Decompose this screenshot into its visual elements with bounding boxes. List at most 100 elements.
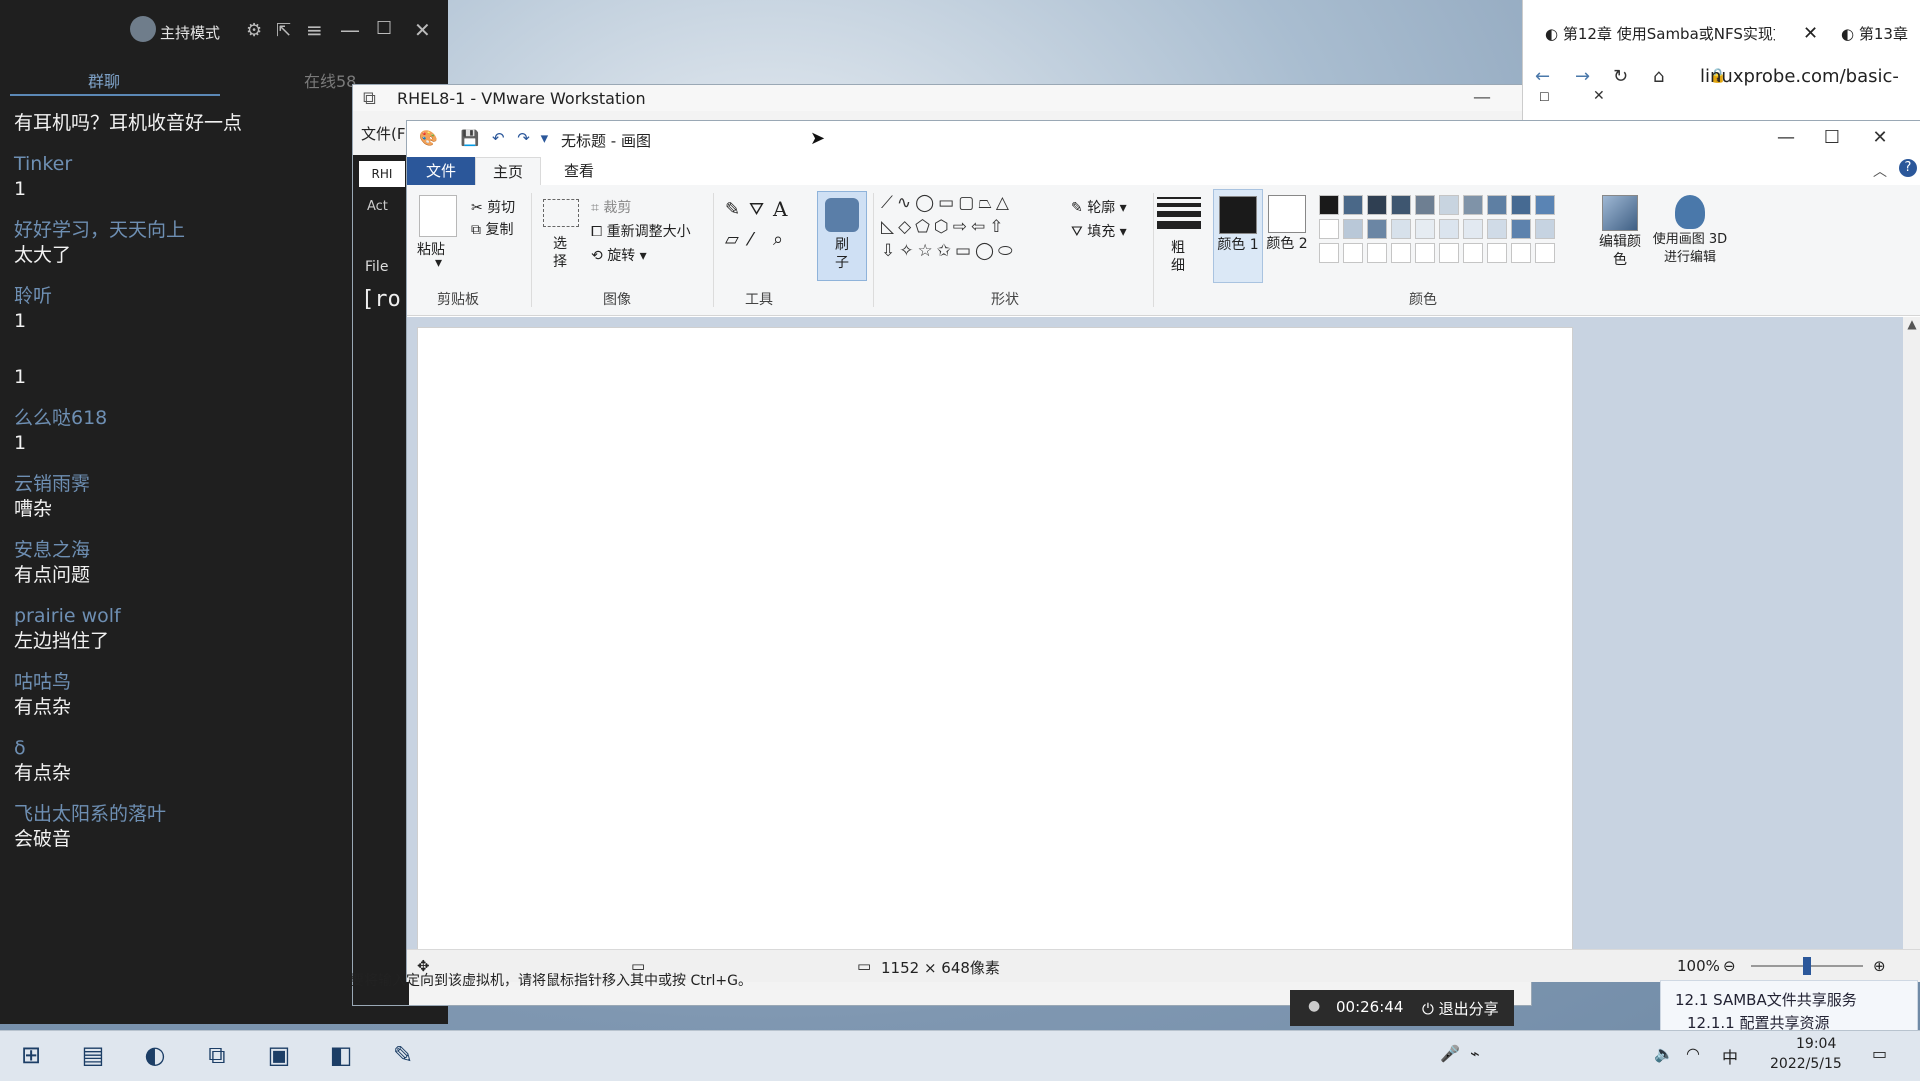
palette-swatch[interactable]: [1511, 195, 1531, 215]
chevron-up-icon[interactable]: ︿: [1873, 161, 1887, 181]
palette-swatch[interactable]: [1367, 243, 1387, 263]
browser-tab[interactable]: ◐ 第13章: [1841, 16, 1908, 52]
chevron-down-icon[interactable]: ▾: [541, 129, 549, 147]
redo-icon[interactable]: ↷: [517, 129, 530, 147]
tab-online[interactable]: 在线58: [304, 68, 356, 92]
outline-item[interactable]: 12.1 SAMBA文件共享服务: [1661, 981, 1917, 1010]
tab-close-icon[interactable]: ✕: [1803, 16, 1818, 52]
palette-swatch[interactable]: [1343, 219, 1363, 239]
minimize-icon[interactable]: —: [340, 18, 360, 42]
file-explorer-icon[interactable]: ▤: [78, 1040, 108, 1070]
palette-swatch[interactable]: [1415, 219, 1435, 239]
palette-swatch[interactable]: [1319, 195, 1339, 215]
size-button[interactable]: 粗细: [1171, 239, 1187, 275]
palette-swatch[interactable]: [1319, 243, 1339, 263]
chevron-down-icon[interactable]: ▾: [435, 255, 442, 271]
palette-swatch[interactable]: [1319, 219, 1339, 239]
microphone-icon[interactable]: 🎤: [1440, 1044, 1460, 1063]
reload-icon[interactable]: ↻: [1613, 66, 1628, 87]
maximize-icon[interactable]: ☐: [376, 18, 392, 39]
palette-swatch[interactable]: [1391, 195, 1411, 215]
copy-button[interactable]: ⧉ 复制: [471, 219, 513, 239]
edit-colors-button[interactable]: 编辑颜色: [1595, 189, 1645, 281]
tab-group-chat[interactable]: 群聊: [88, 68, 120, 92]
zoom-in-icon[interactable]: ⊕: [1873, 957, 1886, 975]
forward-icon[interactable]: →: [1575, 66, 1590, 87]
fill-icon[interactable]: ⛛: [749, 199, 764, 220]
vertical-scrollbar[interactable]: ▲: [1903, 317, 1920, 949]
palette-swatch[interactable]: [1367, 219, 1387, 239]
color2-button[interactable]: 颜色 2: [1263, 189, 1311, 281]
minimize-button[interactable]: —: [1763, 125, 1809, 151]
terminal-file-menu[interactable]: File: [365, 259, 388, 275]
shapes-gallery[interactable]: ⟋∿◯▭▢⏢△ ◺◇⬠⬡⇨⇦⇧ ⇩✧☆✩▭◯⬭: [881, 191, 1061, 277]
color-picker-icon[interactable]: ⁄: [749, 229, 752, 250]
close-button[interactable]: ✕: [1857, 125, 1903, 151]
palette-swatch[interactable]: [1463, 195, 1483, 215]
undo-icon[interactable]: ↶: [492, 129, 505, 147]
palette-swatch[interactable]: [1511, 243, 1531, 263]
close-icon[interactable]: ✕: [1593, 88, 1605, 104]
paint3d-button[interactable]: 使用画图 3D 进行编辑: [1649, 189, 1731, 281]
activities-label[interactable]: Act: [367, 199, 388, 214]
palette-swatch[interactable]: [1487, 195, 1507, 215]
palette-swatch[interactable]: [1487, 219, 1507, 239]
vm-tab[interactable]: RHI: [359, 161, 405, 187]
browser-tab[interactable]: ◐ 第12章 使用Samba或NFS实现文: [1545, 16, 1775, 52]
vmware-taskbar-icon[interactable]: ⧉: [202, 1040, 232, 1070]
notification-icon[interactable]: ▭: [1872, 1044, 1887, 1063]
browser-icon[interactable]: ◐: [140, 1040, 170, 1070]
resize-button[interactable]: ⧠ 重新调整大小: [591, 221, 691, 241]
menu-file[interactable]: 文件(F: [361, 123, 405, 144]
paint-taskbar-icon[interactable]: ✎: [388, 1040, 418, 1070]
palette-swatch[interactable]: [1535, 195, 1555, 215]
back-icon[interactable]: ←: [1535, 66, 1550, 87]
crop-button[interactable]: ⌗ 裁剪: [591, 197, 631, 217]
palette-swatch[interactable]: [1535, 219, 1555, 239]
rotate-button[interactable]: ⟲ 旋转 ▾: [591, 245, 647, 265]
tab-view[interactable]: 查看: [547, 157, 611, 185]
outline-button[interactable]: ✎ 轮廓 ▾: [1071, 197, 1127, 217]
tab-file[interactable]: 文件: [407, 157, 475, 185]
tab-home[interactable]: 主页: [475, 157, 541, 186]
exit-share-button[interactable]: ⏻ 退出分享: [1422, 998, 1499, 1019]
palette-swatch[interactable]: [1391, 219, 1411, 239]
settings-icon[interactable]: ⚙: [246, 20, 262, 41]
select-button[interactable]: 选择: [553, 235, 569, 271]
palette-swatch[interactable]: [1415, 195, 1435, 215]
popout-icon[interactable]: ⇱: [276, 20, 291, 41]
eraser-icon[interactable]: ▱: [725, 229, 739, 250]
menu-icon[interactable]: ≡: [306, 18, 323, 42]
network-icon[interactable]: ⌁: [1470, 1044, 1480, 1063]
home-icon[interactable]: ⌂: [1653, 66, 1664, 87]
start-icon[interactable]: ⊞: [16, 1040, 46, 1070]
palette-swatch[interactable]: [1463, 243, 1483, 263]
palette-swatch[interactable]: [1391, 243, 1411, 263]
terminal-icon[interactable]: ▣: [264, 1040, 294, 1070]
palette-swatch[interactable]: [1535, 243, 1555, 263]
save-icon[interactable]: 💾: [460, 129, 479, 147]
color1-button[interactable]: 颜色 1: [1213, 189, 1263, 283]
cut-button[interactable]: ✂ 剪切: [471, 197, 515, 217]
chevron-up-icon[interactable]: ▲: [1903, 317, 1920, 331]
maximize-icon[interactable]: ☐: [1539, 90, 1550, 104]
zoom-slider-thumb[interactable]: [1803, 957, 1811, 975]
minimize-icon[interactable]: —: [1473, 87, 1491, 108]
palette-swatch[interactable]: [1487, 243, 1507, 263]
chat-app-icon[interactable]: ◧: [326, 1040, 356, 1070]
volume-icon[interactable]: 🔈: [1654, 1044, 1674, 1063]
palette-swatch[interactable]: [1439, 219, 1459, 239]
palette-swatch[interactable]: [1343, 195, 1363, 215]
pencil-icon[interactable]: ✎: [725, 199, 740, 220]
drawing-canvas[interactable]: [417, 327, 1573, 951]
magnifier-icon[interactable]: ⌕: [773, 229, 783, 250]
palette-swatch[interactable]: [1439, 243, 1459, 263]
palette-swatch[interactable]: [1343, 243, 1363, 263]
zoom-out-icon[interactable]: ⊖: [1723, 957, 1736, 975]
help-icon[interactable]: ?: [1899, 159, 1917, 177]
input-method[interactable]: 中: [1722, 1044, 1738, 1068]
close-icon[interactable]: ✕: [414, 18, 431, 42]
palette-swatch[interactable]: [1367, 195, 1387, 215]
brush-button[interactable]: 刷子: [817, 191, 867, 281]
palette-swatch[interactable]: [1439, 195, 1459, 215]
